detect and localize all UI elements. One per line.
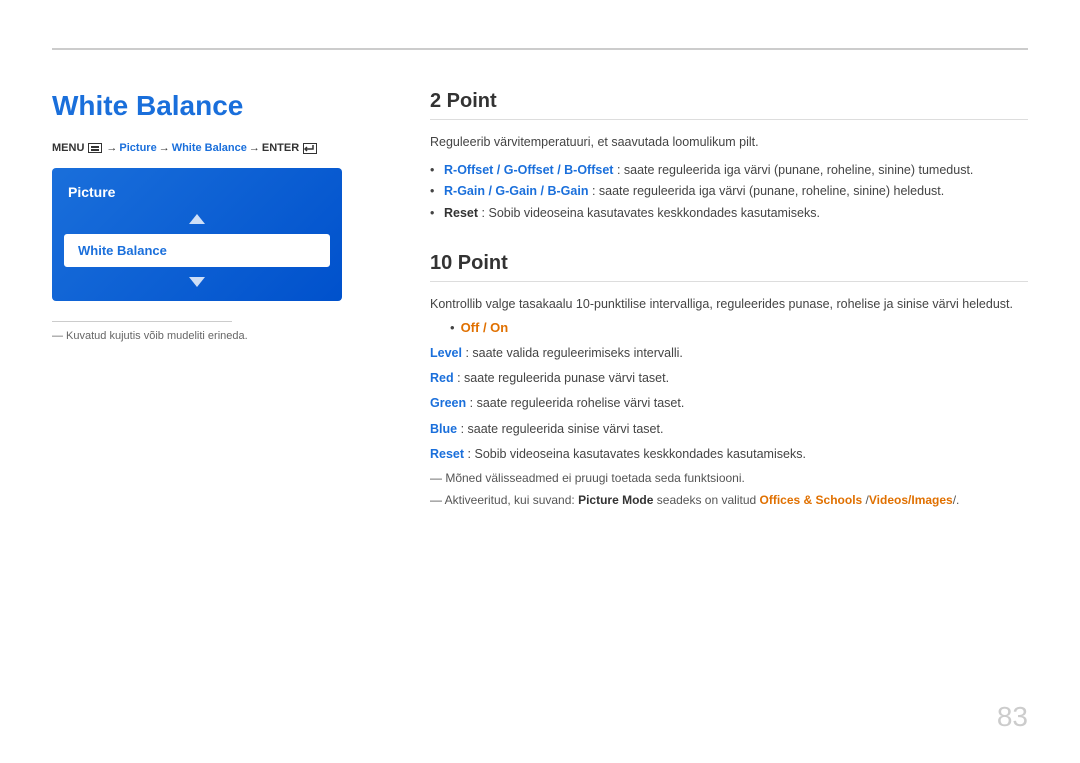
top-divider xyxy=(52,48,1028,50)
menu-icon xyxy=(88,143,102,153)
section1-desc: Reguleerib värvitemperatuuri, et saavuta… xyxy=(430,132,1028,152)
bullet3-rest: : Sobib videoseina kasutavates keskkonda… xyxy=(482,206,820,220)
field-level: Level : saate valida reguleerimiseks int… xyxy=(430,343,1028,364)
page-number: 83 xyxy=(997,701,1028,733)
offices-label: Offices & Schools xyxy=(760,493,863,507)
field-reset: Reset : Sobib videoseina kasutavates kes… xyxy=(430,444,1028,465)
menu-arrow3: → xyxy=(249,142,260,154)
bullet1-rest: : saate reguleerida iga värvi (punane, r… xyxy=(617,163,973,177)
note2: ― Aktiveeritud, kui suvand: Picture Mode… xyxy=(430,491,1028,510)
white-balance-menu-item[interactable]: White Balance xyxy=(64,234,330,267)
green-rest: : saate reguleerida rohelise värvi taset… xyxy=(470,396,685,410)
field-red: Red : saate reguleerida punase värvi tas… xyxy=(430,368,1028,389)
menu-picture: Picture xyxy=(119,142,156,154)
note1: ― Mõned välisseadmed ei pruugi toetada s… xyxy=(430,469,1028,488)
bullet-3: Reset : Sobib videoseina kasutavates kes… xyxy=(430,203,1028,224)
bullet2-bold: R-Gain / G-Gain / B-Gain xyxy=(444,184,588,198)
right-panel: 2 Point Reguleerib värvitemperatuuri, et… xyxy=(430,90,1028,513)
red-bold: Red xyxy=(430,371,454,385)
bullet1-bold: R-Offset / G-Offset / B-Offset xyxy=(444,163,613,177)
off-on-label: Off / On xyxy=(461,320,509,335)
section2-desc: Kontrollib valge tasakaalu 10-punktilise… xyxy=(430,294,1028,314)
field-blue: Blue : saate reguleerida sinise värvi ta… xyxy=(430,419,1028,440)
red-rest: : saate reguleerida punase värvi taset. xyxy=(457,371,669,385)
page-title: White Balance xyxy=(52,90,372,122)
enter-icon xyxy=(303,143,317,154)
bullet2-rest: : saate reguleerida iga värvi (punane, r… xyxy=(592,184,944,198)
blue-bold: Blue xyxy=(430,422,457,436)
arrow-up-icon[interactable] xyxy=(189,214,205,224)
section1-title: 2 Point xyxy=(430,90,1028,120)
short-divider xyxy=(52,321,232,322)
field-green: Green : saate reguleerida rohelise värvi… xyxy=(430,393,1028,414)
section2-title: 10 Point xyxy=(430,252,1028,282)
arrow-down-icon[interactable] xyxy=(189,277,205,287)
image-note: ― Kuvatud kujutis võib mudeliti erineda. xyxy=(52,330,372,342)
menu-arrow2: → xyxy=(159,142,170,154)
reset-bold: Reset xyxy=(430,447,464,461)
green-bold: Green xyxy=(430,396,466,410)
enter-label: ENTER xyxy=(262,142,299,154)
menu-path: MENU → Picture → White Balance → ENTER xyxy=(52,142,372,154)
menu-arrow1: → xyxy=(106,142,117,154)
videos-label: Videos/Images xyxy=(869,493,953,507)
bullet3-bold: Reset xyxy=(444,206,478,220)
picture-menu-box: Picture White Balance xyxy=(52,168,342,301)
reset-rest: : Sobib videoseina kasutavates keskkonda… xyxy=(468,447,806,461)
sub-bullet-dot: • xyxy=(450,320,455,335)
picture-mode-label: Picture Mode xyxy=(578,493,653,507)
arrow-down-container[interactable] xyxy=(52,273,342,291)
bullet-2: R-Gain / G-Gain / B-Gain : saate regulee… xyxy=(430,181,1028,202)
left-panel: White Balance MENU → Picture → White Bal… xyxy=(52,60,372,342)
menu-label: MENU xyxy=(52,142,84,154)
sub-bullet-container: • Off / On xyxy=(430,320,1028,335)
section1-bullets: R-Offset / G-Offset / B-Offset : saate r… xyxy=(430,160,1028,224)
blue-rest: : saate reguleerida sinise värvi taset. xyxy=(461,422,664,436)
picture-box-title: Picture xyxy=(52,178,342,210)
arrow-up-container[interactable] xyxy=(52,210,342,228)
bullet-1: R-Offset / G-Offset / B-Offset : saate r… xyxy=(430,160,1028,181)
menu-white-balance: White Balance xyxy=(172,142,247,154)
level-rest: : saate valida reguleerimiseks intervall… xyxy=(465,346,682,360)
level-bold: Level xyxy=(430,346,462,360)
